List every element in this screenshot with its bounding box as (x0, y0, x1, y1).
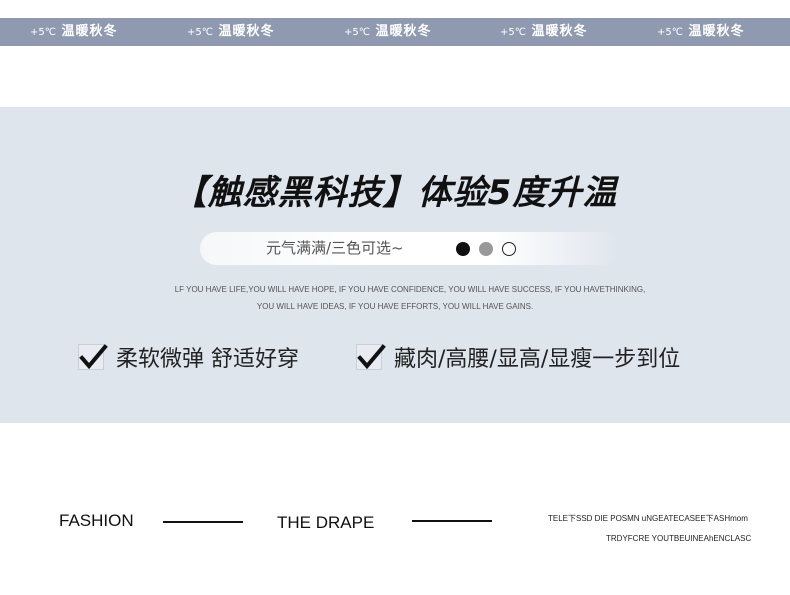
banner-text: 温暖秋冬 (688, 24, 745, 39)
color-swatch-white[interactable] (502, 242, 516, 256)
feature-panel: 【触感黑科技】体验5度升温 元气满满/三色可选~ LF YOU HAVE LIF… (0, 107, 790, 423)
checkmark-icon (356, 344, 386, 370)
feature-text: 柔软微弹 舒适好穿 (116, 347, 299, 372)
top-banner: +5℃ 温暖秋冬 +5℃ 温暖秋冬 +5℃ 温暖秋冬 +5℃ 温暖秋冬 +5℃ … (0, 18, 790, 46)
small-caption-1: TELE下SSD DIE POSMN uNGEATECASEE下ASHmom (548, 514, 748, 523)
color-options-label: 元气满满/三色可选~ (266, 239, 404, 257)
divider-line (412, 520, 492, 522)
feature-item: 藏肉/高腰/显高/显瘦一步到位 (356, 340, 680, 374)
banner-temp: +5℃ (344, 27, 370, 38)
small-caption-2: TRDYFCRE YOUTBEUINEAhENCLASC (606, 534, 752, 543)
banner-text: 温暖秋冬 (218, 24, 275, 39)
banner-temp: +5℃ (30, 27, 56, 38)
feature-text: 藏肉/高腰/显高/显瘦一步到位 (394, 347, 681, 372)
checkmark-icon (78, 344, 108, 370)
banner-item: +5℃ 温暖秋冬 (187, 18, 275, 46)
english-tagline-1: LF YOU HAVE LIFE,YOU WILL HAVE HOPE, IF … (174, 285, 646, 294)
banner-text: 温暖秋冬 (375, 24, 432, 39)
divider-line (163, 521, 243, 523)
banner-item: +5℃ 温暖秋冬 (344, 18, 432, 46)
banner-item: +5℃ 温暖秋冬 (500, 18, 588, 46)
headline: 【触感黑科技】体验5度升温 (172, 173, 618, 213)
banner-text: 温暖秋冬 (61, 24, 118, 39)
drape-label: THE DRAPE (277, 513, 375, 532)
banner-item: +5℃ 温暖秋冬 (30, 18, 118, 46)
english-tagline-2: YOU WILL HAVE IDEAS, IF YOU HAVE EFFORTS… (256, 302, 534, 311)
fashion-label: FASHION (59, 511, 134, 530)
feature-item: 柔软微弹 舒适好穿 (78, 340, 299, 374)
color-swatch-gray[interactable] (479, 242, 493, 256)
banner-temp: +5℃ (500, 27, 526, 38)
banner-temp: +5℃ (657, 27, 683, 38)
color-swatch-black[interactable] (456, 242, 470, 256)
color-options-pill: 元气满满/三色可选~ (200, 232, 620, 265)
banner-text: 温暖秋冬 (531, 24, 588, 39)
banner-temp: +5℃ (187, 27, 213, 38)
banner-item: +5℃ 温暖秋冬 (657, 18, 745, 46)
